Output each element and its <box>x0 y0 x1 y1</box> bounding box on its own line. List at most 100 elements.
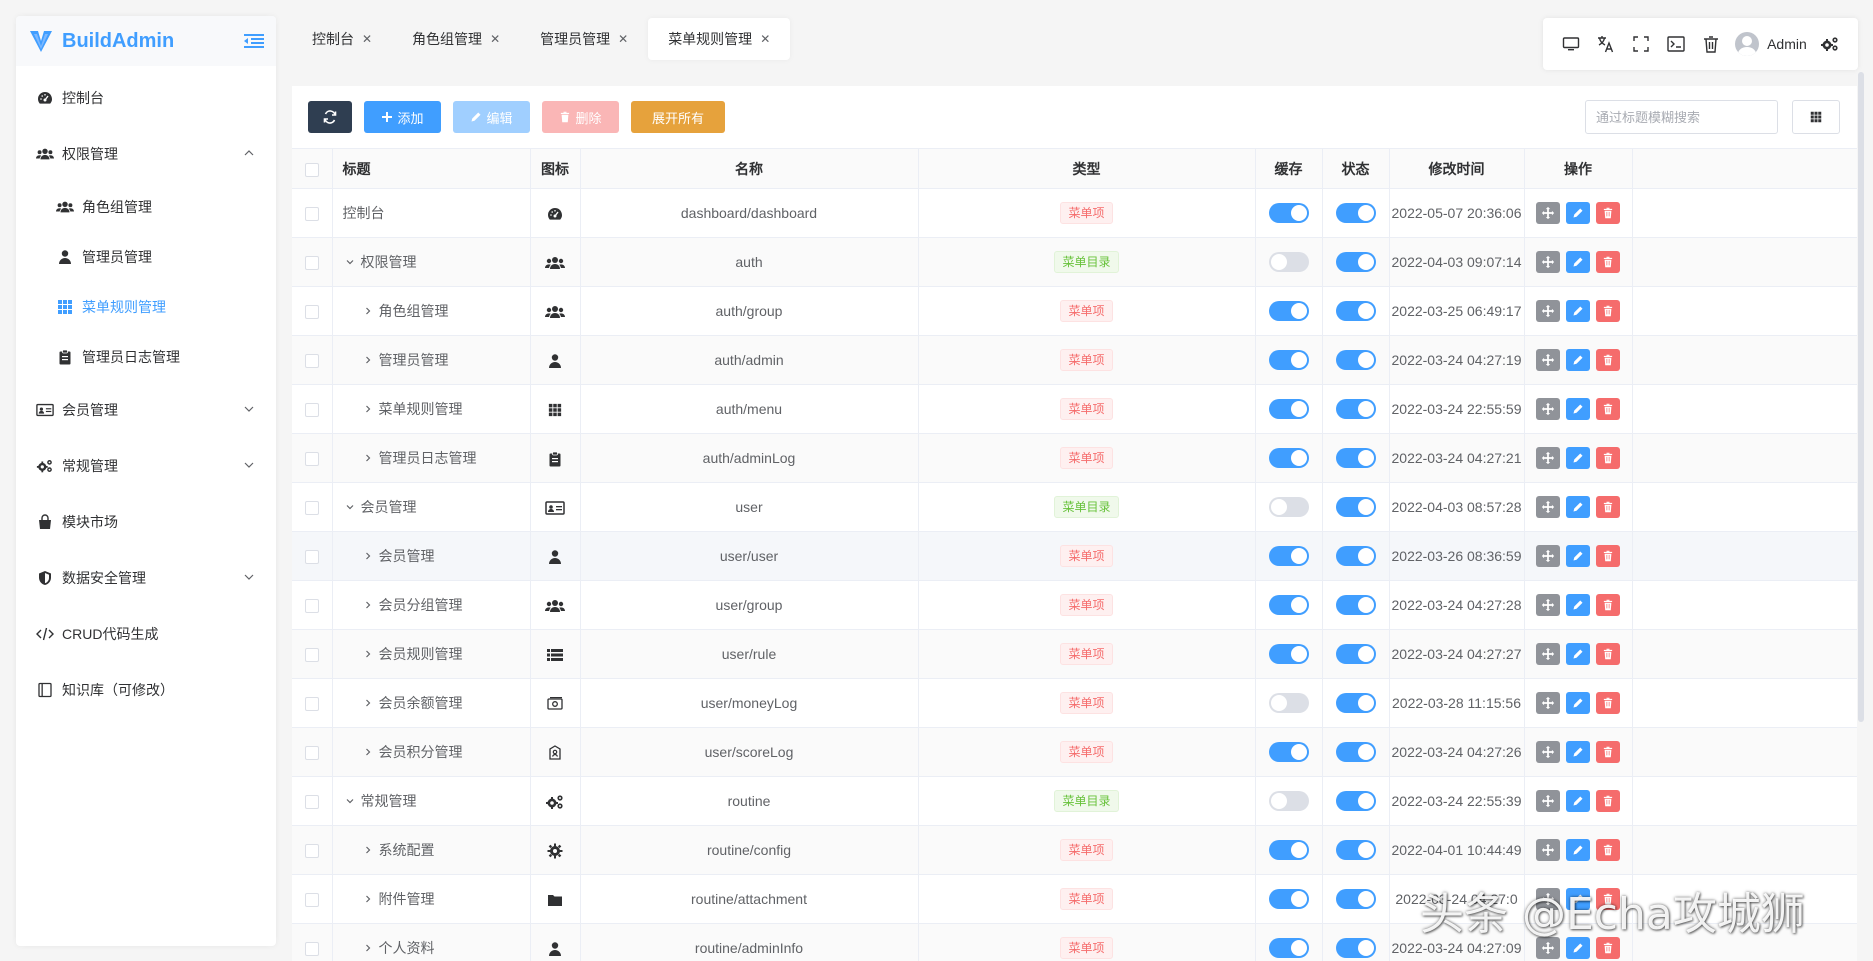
expand-toggle-icon[interactable] <box>361 306 375 316</box>
table-row[interactable]: 管理员管理 auth/admin 菜单项 2022-03-24 04:27:19 <box>292 335 1857 385</box>
row-checkbox[interactable] <box>304 305 319 320</box>
status-toggle[interactable] <box>1335 203 1376 223</box>
row-delete-button[interactable] <box>1596 594 1620 616</box>
row-checkbox[interactable] <box>304 550 319 565</box>
sidebar-item-dashboard[interactable]: 控制台 <box>16 70 276 126</box>
row-checkbox[interactable] <box>304 354 319 369</box>
select-all-checkbox[interactable] <box>304 162 319 177</box>
row-delete-button[interactable] <box>1596 839 1620 861</box>
cache-toggle[interactable] <box>1268 938 1309 958</box>
sidebar-item-module-store[interactable]: 模块市场 <box>16 494 276 550</box>
table-row[interactable]: 常规管理 routine 菜单目录 2022-03-24 22:55:39 <box>292 776 1857 826</box>
row-delete-button[interactable] <box>1596 545 1620 567</box>
translate-icon[interactable] <box>1588 26 1623 62</box>
row-edit-button[interactable] <box>1566 300 1590 322</box>
status-toggle[interactable] <box>1335 252 1376 272</box>
row-select-cell[interactable] <box>292 580 333 630</box>
row-delete-button[interactable] <box>1596 937 1620 959</box>
cache-toggle[interactable] <box>1268 448 1309 468</box>
drag-button[interactable] <box>1536 349 1560 371</box>
table-row[interactable]: 个人资料 routine/adminInfo 菜单项 2022-03-24 04:27… <box>292 923 1857 961</box>
drag-button[interactable] <box>1536 643 1560 665</box>
drag-button[interactable] <box>1536 496 1560 518</box>
cache-toggle[interactable] <box>1268 595 1309 615</box>
table-row[interactable]: 角色组管理 auth/group 菜单项 2022-03-25 06:49:17 <box>292 286 1857 336</box>
status-toggle[interactable] <box>1335 693 1376 713</box>
row-delete-button[interactable] <box>1596 300 1620 322</box>
user-menu[interactable]: Admin <box>1735 32 1807 56</box>
close-icon[interactable]: ✕ <box>362 32 372 46</box>
table-row[interactable]: 管理员日志管理 auth/adminLog 菜单项 2022-03-24 04:27:… <box>292 433 1857 483</box>
row-delete-button[interactable] <box>1596 202 1620 224</box>
row-edit-button[interactable] <box>1566 545 1590 567</box>
tab-dashboard[interactable]: 控制台 ✕ <box>292 18 392 60</box>
expand-toggle-icon[interactable] <box>361 355 375 365</box>
row-select-cell[interactable] <box>292 482 333 532</box>
row-edit-button[interactable] <box>1566 643 1590 665</box>
cache-toggle[interactable] <box>1268 546 1309 566</box>
row-select-cell[interactable] <box>292 531 333 581</box>
row-edit-button[interactable] <box>1566 447 1590 469</box>
expand-toggle-icon[interactable] <box>361 845 375 855</box>
row-edit-button[interactable] <box>1566 202 1590 224</box>
sidebar-item-auth-group[interactable]: 角色组管理 <box>16 182 276 232</box>
cache-toggle[interactable] <box>1268 644 1309 664</box>
trash-icon[interactable] <box>1694 26 1729 62</box>
row-checkbox[interactable] <box>304 256 319 271</box>
row-delete-button[interactable] <box>1596 643 1620 665</box>
drag-button[interactable] <box>1536 545 1560 567</box>
status-toggle[interactable] <box>1335 546 1376 566</box>
row-edit-button[interactable] <box>1566 839 1590 861</box>
row-select-cell[interactable] <box>292 384 333 434</box>
page-scrollbar[interactable] <box>1858 72 1864 722</box>
table-row[interactable]: 菜单规则管理 auth/menu 菜单项 2022-03-24 22:55:59 <box>292 384 1857 434</box>
cache-toggle[interactable] <box>1268 840 1309 860</box>
row-checkbox[interactable] <box>304 501 319 516</box>
row-edit-button[interactable] <box>1566 594 1590 616</box>
drag-button[interactable] <box>1536 741 1560 763</box>
expand-toggle-icon[interactable] <box>361 698 375 708</box>
sidebar-item-docs[interactable]: 知识库（可修改） <box>16 662 276 718</box>
expand-all-button[interactable]: 展开所有 <box>631 101 725 133</box>
expand-toggle-icon[interactable] <box>361 453 375 463</box>
table-row[interactable]: 附件管理 routine/attachment 菜单项 2022-03-24 04:2… <box>292 874 1857 924</box>
expand-toggle-icon[interactable] <box>361 649 375 659</box>
drag-button[interactable] <box>1536 839 1560 861</box>
table-row[interactable]: 会员分组管理 user/group 菜单项 2022-03-24 04:27:28 <box>292 580 1857 630</box>
row-checkbox[interactable] <box>304 207 319 222</box>
row-delete-button[interactable] <box>1596 447 1620 469</box>
table-row[interactable]: 系统配置 routine/config 菜单项 2022-04-01 10:44:49 <box>292 825 1857 875</box>
sidebar-item-auth-adminlog[interactable]: 管理员日志管理 <box>16 332 276 382</box>
settings-icon[interactable] <box>1813 26 1848 62</box>
row-select-cell[interactable] <box>292 923 333 961</box>
status-toggle[interactable] <box>1335 644 1376 664</box>
row-checkbox[interactable] <box>304 452 319 467</box>
row-checkbox[interactable] <box>304 746 319 761</box>
expand-toggle-icon[interactable] <box>361 943 375 953</box>
tab-auth-menu[interactable]: 菜单规则管理 ✕ <box>648 18 791 60</box>
status-toggle[interactable] <box>1335 889 1376 909</box>
cache-toggle[interactable] <box>1268 889 1309 909</box>
cache-toggle[interactable] <box>1268 693 1309 713</box>
close-icon[interactable]: ✕ <box>618 32 628 46</box>
status-toggle[interactable] <box>1335 301 1376 321</box>
table-row[interactable]: 会员管理 user/user 菜单项 2022-03-26 08:36:59 <box>292 531 1857 581</box>
status-toggle[interactable] <box>1335 497 1376 517</box>
expand-toggle-icon[interactable] <box>361 551 375 561</box>
row-select-cell[interactable] <box>292 825 333 875</box>
row-checkbox[interactable] <box>304 893 319 908</box>
drag-button[interactable] <box>1536 594 1560 616</box>
row-edit-button[interactable] <box>1566 496 1590 518</box>
drag-button[interactable] <box>1536 447 1560 469</box>
sidebar-item-routine[interactable]: 常规管理 <box>16 438 276 494</box>
menu-fold-icon[interactable] <box>244 33 264 49</box>
row-delete-button[interactable] <box>1596 888 1620 910</box>
cache-toggle[interactable] <box>1268 203 1309 223</box>
row-checkbox[interactable] <box>304 599 319 614</box>
drag-button[interactable] <box>1536 790 1560 812</box>
row-select-cell[interactable] <box>292 335 333 385</box>
tab-auth-admin[interactable]: 管理员管理 ✕ <box>520 18 648 60</box>
row-select-cell[interactable] <box>292 286 333 336</box>
table-row[interactable]: 会员规则管理 user/rule 菜单项 2022-03-24 04:27:27 <box>292 629 1857 679</box>
cache-toggle[interactable] <box>1268 497 1309 517</box>
